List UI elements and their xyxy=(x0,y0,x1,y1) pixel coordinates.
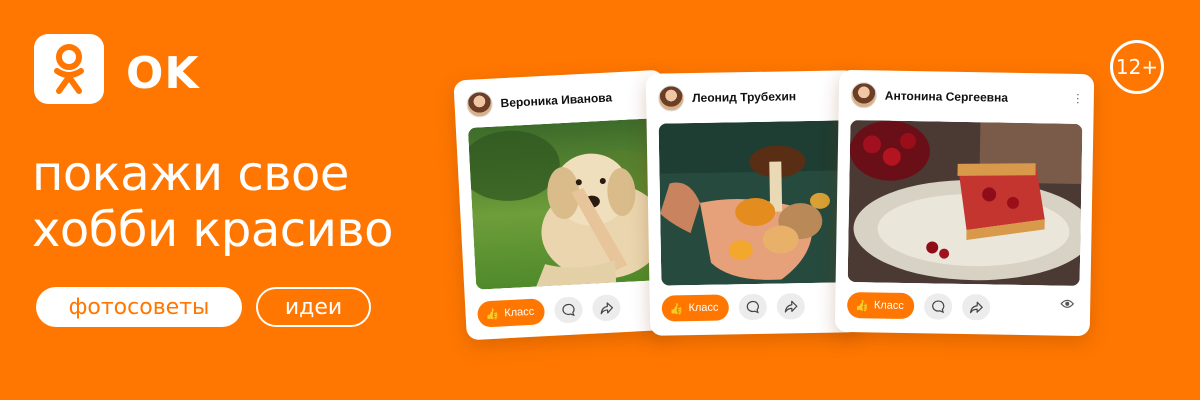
post-actions: 👍 Класс xyxy=(661,293,805,322)
ok-logo xyxy=(34,34,104,104)
comment-icon xyxy=(562,303,575,317)
thumbs-up-icon: 👍 xyxy=(485,308,500,321)
comment-button[interactable] xyxy=(553,296,583,324)
post-card[interactable]: Антонина Сергеевна · · · 👍 Класс xyxy=(834,69,1095,337)
post-header: Леонид Трубехин xyxy=(657,83,796,112)
views-icon xyxy=(1060,296,1075,314)
cherry-pie-photo[interactable] xyxy=(847,119,1083,287)
like-label: Класс xyxy=(688,301,719,315)
like-label: Класс xyxy=(503,305,535,320)
like-label: Класс xyxy=(873,299,904,312)
like-button[interactable]: 👍 Класс xyxy=(661,294,729,322)
ideas-button[interactable]: идеи xyxy=(256,287,371,327)
share-button[interactable] xyxy=(776,293,805,320)
author-name[interactable]: Леонид Трубехин xyxy=(692,89,796,105)
age-rating-badge: 12+ xyxy=(1110,40,1164,94)
like-button[interactable]: 👍 Класс xyxy=(476,298,545,328)
post-card[interactable]: Вероника Иванова 👍 Класс xyxy=(453,69,677,341)
headline-line-2: хобби красиво xyxy=(32,202,394,258)
like-button[interactable]: 👍 Класс xyxy=(846,291,915,320)
author-name[interactable]: Вероника Иванова xyxy=(500,90,612,110)
comment-icon xyxy=(931,300,944,314)
comment-button[interactable] xyxy=(738,293,767,321)
share-button[interactable] xyxy=(591,294,621,322)
post-actions: 👍 Класс xyxy=(476,294,621,328)
photo-tips-button[interactable]: фотосоветы xyxy=(36,287,242,327)
share-icon xyxy=(600,302,613,315)
dog-illustration xyxy=(467,117,673,290)
comment-icon xyxy=(746,300,759,314)
dog-photo[interactable] xyxy=(467,117,673,290)
avatar[interactable] xyxy=(850,82,878,109)
ok-logo-icon xyxy=(54,44,84,94)
mushrooms-illustration xyxy=(658,120,848,286)
post-actions: 👍 Класс xyxy=(846,291,991,321)
post-card[interactable]: Леонид Трубехин 👍 Класс xyxy=(645,70,861,336)
share-icon xyxy=(784,300,798,313)
mushrooms-photo[interactable] xyxy=(658,120,848,286)
share-button[interactable] xyxy=(961,293,991,321)
post-header: Антонина Сергеевна xyxy=(850,82,1009,111)
more-options-icon[interactable]: · · · xyxy=(1076,87,1080,109)
thumbs-up-icon: 👍 xyxy=(669,302,684,315)
cherry-pie-illustration xyxy=(847,119,1083,287)
avatar[interactable] xyxy=(465,90,494,118)
logo-text: OK xyxy=(126,48,200,99)
author-name[interactable]: Антонина Сергеевна xyxy=(885,89,1008,105)
avatar[interactable] xyxy=(657,85,685,112)
headline-line-1: покажи свое xyxy=(32,146,349,202)
comment-button[interactable] xyxy=(923,293,953,320)
share-icon xyxy=(969,301,983,314)
post-header: Вероника Иванова xyxy=(465,84,613,118)
thumbs-up-icon: 👍 xyxy=(855,299,869,312)
headline: покажи свое хобби красиво xyxy=(32,146,394,258)
